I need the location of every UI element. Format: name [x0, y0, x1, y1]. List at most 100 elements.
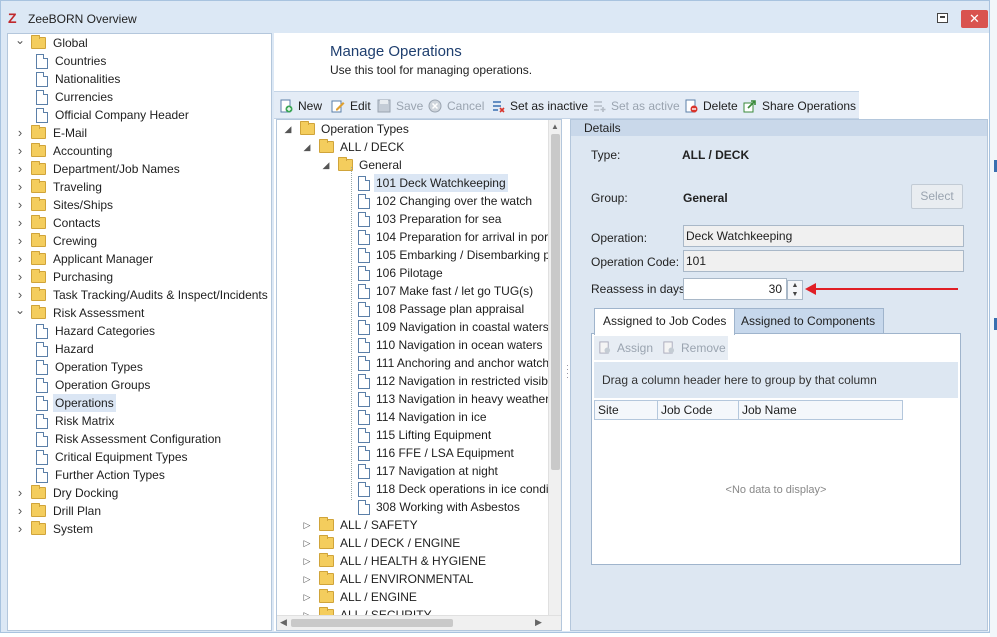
expand-icon[interactable]: ▷ [301, 516, 313, 534]
nav-folder[interactable]: › E-Mail [8, 124, 271, 142]
nav-item[interactable]: Official Company Header [8, 106, 271, 124]
operation-item[interactable]: 114 Navigation in ice [277, 408, 549, 426]
expand-icon[interactable]: ▷ [301, 588, 313, 606]
nav-item[interactable]: Operation Types [8, 358, 271, 376]
operation-item[interactable]: 111 Anchoring and anchor watch [277, 354, 549, 372]
operation-item[interactable]: 110 Navigation in ocean waters [277, 336, 549, 354]
nav-item[interactable]: Nationalities [8, 70, 271, 88]
nav-item[interactable]: Critical Equipment Types [8, 448, 271, 466]
scroll-left-icon[interactable]: ◀ [280, 617, 287, 628]
operation-item[interactable]: 116 FFE / LSA Equipment [277, 444, 549, 462]
tab-assigned-to-components[interactable]: Assigned to Components [732, 308, 885, 334]
nav-folder[interactable]: ⌄ Risk Assessment [8, 304, 271, 322]
spin-down-icon[interactable]: ▼ [788, 290, 802, 299]
vscroll-thumb[interactable] [551, 134, 560, 470]
operation-item[interactable]: 115 Lifting Equipment [277, 426, 549, 444]
operation-item[interactable]: 109 Navigation in coastal waters [277, 318, 549, 336]
nav-item[interactable]: Operations [8, 394, 271, 412]
collapse-icon[interactable]: ◢ [282, 120, 294, 138]
expand-icon[interactable]: › [14, 196, 26, 213]
expand-icon[interactable]: ▷ [301, 534, 313, 552]
nav-item[interactable]: Countries [8, 52, 271, 70]
nav-folder[interactable]: › Applicant Manager [8, 250, 271, 268]
collapse-icon[interactable]: ◢ [301, 138, 313, 156]
operation-item[interactable]: 103 Preparation for sea [277, 210, 549, 228]
expand-icon[interactable]: › [14, 142, 26, 159]
expand-icon[interactable]: › [14, 124, 26, 141]
op-group-all-deck[interactable]: ◢ ALL / DECK [277, 138, 549, 156]
reassess-days-spinner[interactable]: ▲ ▼ [787, 280, 803, 300]
operation-item[interactable]: 104 Preparation for arrival in port [277, 228, 549, 246]
operation-tree-hscrollbar[interactable]: ◀ ▶ [277, 615, 561, 630]
nav-folder[interactable]: › Task Tracking/Audits & Inspect/Incident… [8, 286, 271, 304]
operation-item[interactable]: 105 Embarking / Disembarking p [277, 246, 549, 264]
expand-icon[interactable]: › [14, 268, 26, 285]
nav-item[interactable]: Hazard [8, 340, 271, 358]
op-group[interactable]: ▷ ALL / ENVIRONMENTAL [277, 570, 549, 588]
expand-icon[interactable]: › [14, 520, 26, 537]
hscroll-thumb[interactable] [291, 619, 453, 627]
scroll-up-icon[interactable]: ▲ [551, 122, 559, 131]
nav-item[interactable]: Risk Matrix [8, 412, 271, 430]
close-button[interactable]: ✕ [961, 10, 988, 28]
expand-icon[interactable]: › [14, 286, 26, 303]
operation-item[interactable]: 118 Deck operations in ice condit [277, 480, 549, 498]
column-header-job-code[interactable]: Job Code [657, 400, 739, 420]
operation-item[interactable]: 107 Make fast / let go TUG(s) [277, 282, 549, 300]
nav-item[interactable]: Further Action Types [8, 466, 271, 484]
expand-icon[interactable]: › [14, 250, 26, 267]
collapse-icon[interactable]: ⌄ [14, 304, 26, 316]
tab-assigned-to-job-codes[interactable]: Assigned to Job Codes [594, 308, 736, 335]
operation-item[interactable]: 101 Deck Watchkeeping [277, 174, 549, 192]
operation-tree-vscrollbar[interactable]: ▲ [548, 120, 561, 616]
operation-item[interactable]: 113 Navigation in heavy weather [277, 390, 549, 408]
pane-splitter[interactable]: · · · · [566, 361, 569, 382]
expand-icon[interactable]: ▷ [301, 570, 313, 588]
expand-icon[interactable]: ▷ [301, 552, 313, 570]
nav-item[interactable]: Operation Groups [8, 376, 271, 394]
group-by-panel[interactable]: Drag a column header here to group by th… [594, 362, 958, 398]
nav-item[interactable]: Currencies [8, 88, 271, 106]
operation-item[interactable]: 112 Navigation in restricted visib [277, 372, 549, 390]
select-group-button[interactable]: Select [911, 184, 963, 209]
op-group[interactable]: ▷ ALL / HEALTH & HYGIENE [277, 552, 549, 570]
operation-item[interactable]: 308 Working with Asbestos [277, 498, 549, 516]
nav-folder[interactable]: › Department/Job Names [8, 160, 271, 178]
spin-up-icon[interactable]: ▲ [788, 281, 802, 290]
nav-folder[interactable]: › Traveling [8, 178, 271, 196]
column-header-site[interactable]: Site [594, 400, 658, 420]
operation-item[interactable]: 102 Changing over the watch [277, 192, 549, 210]
nav-item[interactable]: Hazard Categories [8, 322, 271, 340]
op-group[interactable]: ▷ ALL / SAFETY [277, 516, 549, 534]
collapse-icon[interactable]: ◢ [320, 156, 332, 174]
op-subgroup-general[interactable]: ◢ General [277, 156, 549, 174]
operation-code-field[interactable]: 101 [683, 250, 964, 272]
nav-folder[interactable]: ⌄ Global [8, 34, 271, 52]
restore-icon[interactable] [937, 13, 948, 23]
nav-folder[interactable]: › Dry Docking [8, 484, 271, 502]
operation-item[interactable]: 108 Passage plan appraisal [277, 300, 549, 318]
collapse-icon[interactable]: ⌄ [14, 34, 26, 46]
expand-icon[interactable]: › [14, 214, 26, 231]
nav-folder[interactable]: › Contacts [8, 214, 271, 232]
operation-item[interactable]: 117 Navigation at night [277, 462, 549, 480]
nav-folder[interactable]: › Sites/Ships [8, 196, 271, 214]
op-tree-root[interactable]: ◢ Operation Types [277, 120, 549, 138]
nav-item[interactable]: Risk Assessment Configuration [8, 430, 271, 448]
nav-folder[interactable]: › Drill Plan [8, 502, 271, 520]
expand-icon[interactable]: › [14, 178, 26, 195]
op-group[interactable]: ▷ ALL / ENGINE [277, 588, 549, 606]
nav-folder[interactable]: › Accounting [8, 142, 271, 160]
op-group[interactable]: ▷ ALL / DECK / ENGINE [277, 534, 549, 552]
expand-icon[interactable]: › [14, 232, 26, 249]
operation-field[interactable]: Deck Watchkeeping [683, 225, 964, 247]
reassess-days-input[interactable]: 30 [683, 278, 787, 300]
scroll-right-icon[interactable]: ▶ [535, 617, 542, 628]
expand-icon[interactable]: › [14, 502, 26, 519]
nav-folder[interactable]: › System [8, 520, 271, 538]
expand-icon[interactable]: › [14, 484, 26, 501]
operation-item[interactable]: 106 Pilotage [277, 264, 549, 282]
column-header-job-name[interactable]: Job Name [738, 400, 903, 420]
expand-icon[interactable]: › [14, 160, 26, 177]
nav-folder[interactable]: › Crewing [8, 232, 271, 250]
